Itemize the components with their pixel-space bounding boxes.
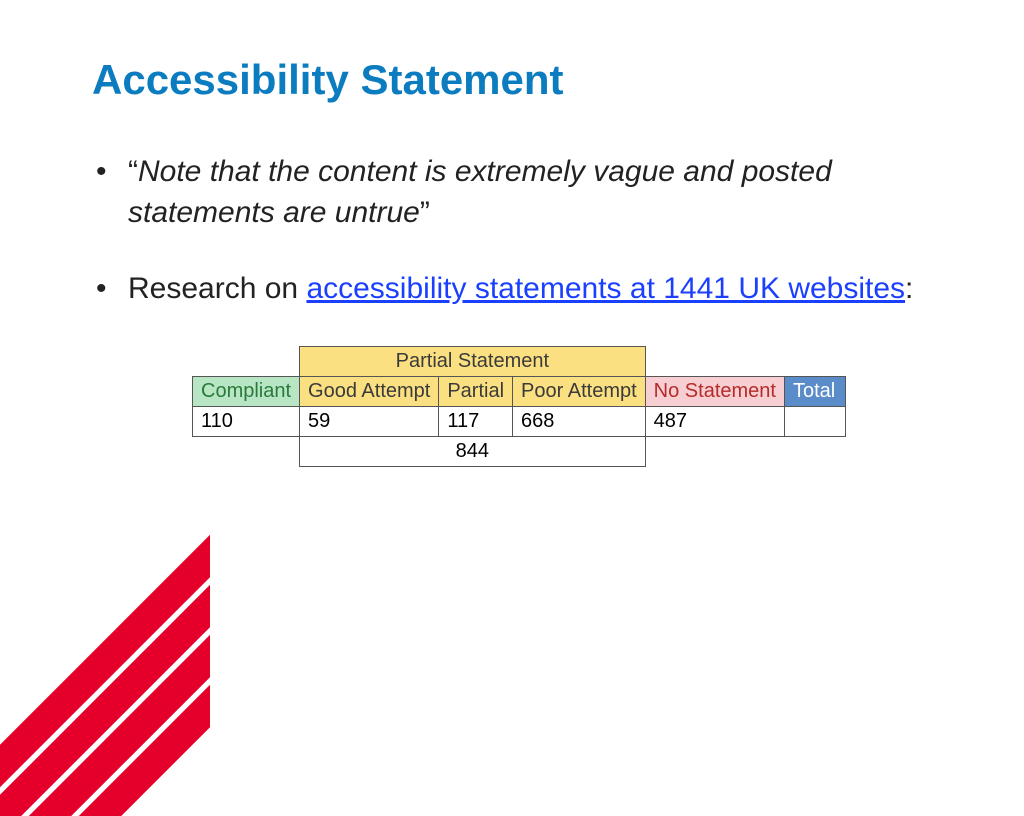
- value-no-statement: 487: [645, 406, 784, 436]
- bullet2-prefix: Research on: [128, 272, 306, 305]
- value-compliant: 110: [193, 406, 300, 436]
- decorative-stripes: [0, 516, 210, 816]
- quote-close: ”: [420, 196, 430, 229]
- bullet-item-1: “Note that the content is extremely vagu…: [92, 152, 944, 233]
- quote-open: “: [128, 155, 138, 188]
- value-good: 59: [300, 406, 439, 436]
- header-partial-group: Partial Statement: [300, 346, 646, 376]
- spacer-cell: [193, 346, 300, 376]
- statement-table: Partial Statement Compliant Good Attempt…: [192, 346, 846, 467]
- spacer-cell: [784, 346, 846, 376]
- spacer-cell: [645, 436, 784, 466]
- spacer-cell: [645, 346, 784, 376]
- spacer-cell: [193, 436, 300, 466]
- table-container: Partial Statement Compliant Good Attempt…: [192, 346, 944, 467]
- value-partial: 117: [439, 406, 513, 436]
- value-total: 1441: [784, 406, 846, 436]
- value-poor: 668: [513, 406, 646, 436]
- bullet-item-2: Research on accessibility statements at …: [92, 269, 944, 310]
- header-no-statement: No Statement: [645, 376, 784, 406]
- partial-subtotal: 844: [300, 436, 646, 466]
- header-poor-attempt: Poor Attempt: [513, 376, 646, 406]
- header-good-attempt: Good Attempt: [300, 376, 439, 406]
- bullet-list: “Note that the content is extremely vagu…: [92, 152, 944, 310]
- research-link[interactable]: accessibility statements at 1441 UK webs…: [306, 272, 905, 305]
- quote-text: Note that the content is extremely vague…: [128, 155, 832, 229]
- bullet2-suffix: :: [905, 272, 913, 305]
- header-partial: Partial: [439, 376, 513, 406]
- header-compliant: Compliant: [193, 376, 300, 406]
- spacer-cell: [784, 436, 846, 466]
- page-title: Accessibility Statement: [92, 56, 944, 104]
- header-total: Total: [784, 376, 846, 406]
- slide: Accessibility Statement “Note that the c…: [0, 0, 1024, 467]
